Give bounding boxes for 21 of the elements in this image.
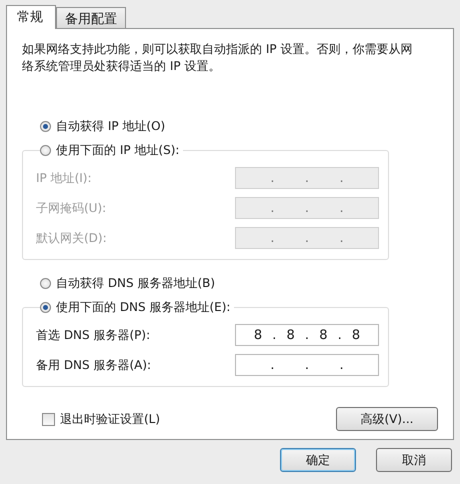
advanced-button[interactable]: 高级(V)... [336, 407, 438, 431]
tab[interactable]: 备用配置 [56, 7, 126, 28]
radio-label: 自动获得 IP 地址(O) [56, 118, 166, 134]
field-label: 首选 DNS 服务器(P): [36, 326, 150, 344]
tab[interactable]: 常规 [6, 5, 56, 29]
description-text: 如果网络支持此功能，则可以获取自动指派的 IP 设置。否则，你需要从网络系统管理员处获得适当的 IP 设置。 [22, 41, 414, 75]
checkbox-label: 退出时验证设置(L) [60, 410, 160, 428]
dialog-button[interactable]: 取消 [376, 448, 452, 472]
dialog-button[interactable]: 确定 [280, 448, 356, 472]
ip-address-field[interactable]: . . . [235, 354, 379, 376]
field-label: 备用 DNS 服务器(A): [36, 356, 152, 374]
ip-address-field[interactable]: 8 . 8 . 8 . 8 [235, 324, 379, 346]
field-label: 子网掩码(U): [36, 200, 106, 216]
radio-button[interactable] [40, 278, 51, 288]
radio-label: 使用下面的 IP 地址(S): [56, 142, 180, 158]
field-label: 默认网关(D): [36, 230, 107, 246]
checkbox[interactable] [42, 412, 55, 426]
radio-button[interactable] [40, 302, 51, 312]
radio-label: 使用下面的 DNS 服务器地址(E): [56, 298, 230, 316]
field-label: IP 地址(I): [36, 170, 92, 186]
radio-label: 自动获得 DNS 服务器地址(B) [56, 274, 216, 292]
